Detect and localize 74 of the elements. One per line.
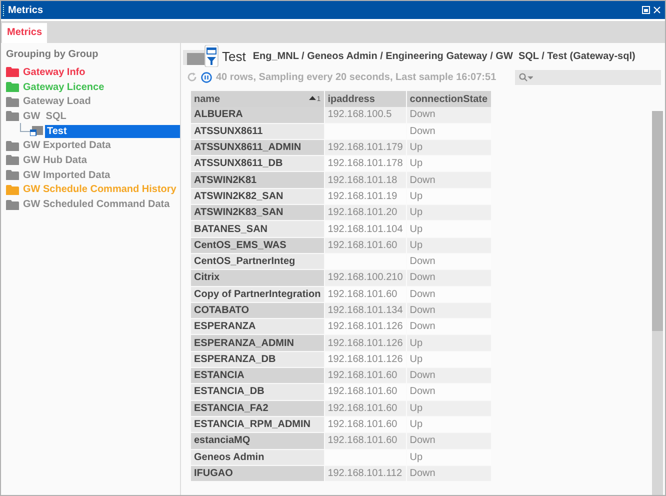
table-cell: ESTANCIA_RPM_ADMIN	[191, 416, 324, 432]
search-icon	[519, 72, 533, 82]
column-header[interactable]: connectionState	[406, 91, 491, 108]
table-cell: ALBUERA	[191, 107, 324, 123]
view-path: Eng_MNL / Geneos Admin / Engineering Gateway / GW SQL / Test (Gateway-sql)	[252, 50, 636, 62]
tree-item[interactable]: GW Hub Data	[21, 154, 89, 167]
table-cell: ATSWIN2K81	[191, 172, 324, 188]
table-cell: Down	[406, 466, 491, 482]
status-text: 40 rows, Sampling every 20 seconds, Last sample 16:07:51	[216, 72, 496, 82]
tree-item[interactable]: GW Scheduled Command Data	[21, 198, 172, 212]
table-cell: Down	[406, 270, 491, 286]
column-header[interactable]: ipaddress	[324, 91, 406, 108]
search-field[interactable]	[515, 70, 661, 84]
table-cell: ATSWIN2K82_SAN	[191, 188, 324, 204]
table-cell: ESPERANZA_ADMIN	[191, 335, 324, 351]
tree-item[interactable]: Gateway Info	[21, 66, 88, 79]
table-cell: Down	[406, 433, 491, 449]
restore-icon[interactable]	[642, 6, 650, 14]
table-cell: ATSWIN2K83_SAN	[191, 205, 324, 220]
tab[interactable]: Metrics	[2, 23, 48, 43]
table-cell: 192.168.101.20	[324, 205, 406, 220]
tree-item[interactable]: Gateway Load	[21, 95, 93, 108]
table-cell: ATSSUNX8611_DB	[191, 156, 324, 172]
table-view-icon	[183, 45, 219, 67]
table-cell: 192.168.101.18	[324, 172, 406, 188]
table-cell: 192.168.101.60	[324, 400, 406, 416]
table-cell: ATSSUNX8611	[191, 124, 324, 139]
table-cell: BATANES_SAN	[191, 221, 324, 237]
tree-item[interactable]: GW Schedule Command History	[21, 183, 178, 196]
table-cell: Up	[406, 238, 491, 253]
table-cell: Down	[406, 107, 491, 123]
table-cell: ESTANCIA_DB	[191, 384, 324, 400]
view-title: Test	[222, 48, 246, 64]
tree-connector-icon	[20, 123, 30, 134]
tree-item[interactable]: GW Imported Data	[21, 168, 112, 182]
table-cell: Geneos Admin	[191, 450, 324, 465]
table-cell: ESTANCIA_FA2	[191, 400, 324, 416]
table-cell: Copy of PartnerIntegration	[191, 286, 324, 302]
sidebar-heading: Grouping by Group	[5, 48, 100, 62]
table-cell: Down	[406, 302, 491, 318]
table-cell: Down	[406, 172, 491, 188]
scrollbar-thumb[interactable]	[652, 111, 663, 331]
table-cell: ATSSUNX8611_ADMIN	[191, 140, 324, 156]
table-cell: ESPERANZA	[191, 319, 324, 334]
table-cell: 192.168.100.210	[324, 270, 406, 286]
table-cell: Citrix	[191, 270, 324, 286]
tree-item[interactable]: Test	[45, 124, 180, 138]
window-title: Metrics	[8, 4, 44, 16]
tree-item[interactable]: Gateway Licence	[21, 80, 106, 94]
table-cell: Up	[406, 400, 491, 416]
table-cell: CentOS_EMS_WAS	[191, 238, 324, 253]
pause-icon[interactable]	[201, 72, 212, 82]
table-cell: estanciaMQ	[191, 433, 324, 449]
table-cell: 192.168.101.179	[324, 140, 406, 156]
table-cell: IFUGAO	[191, 466, 324, 482]
table-cell: 192.168.101.134	[324, 302, 406, 318]
table-cell: Up	[406, 335, 491, 351]
table-cell: 192.168.101.60	[324, 433, 406, 449]
table-cell: ESPERANZA_DB	[191, 352, 324, 368]
table-cell: 192.168.101.60	[324, 368, 406, 384]
table-cell: ESTANCIA	[191, 368, 324, 384]
table-cell: 192.168.101.112	[324, 466, 406, 482]
table-cell: 192.168.101.126	[324, 335, 406, 351]
table-cell: Up	[406, 205, 491, 220]
table-cell: 192.168.101.60	[324, 238, 406, 253]
table-cell: 192.168.100.5	[324, 107, 406, 123]
table-cell: COTABATO	[191, 302, 324, 318]
table-cell: Up	[406, 140, 491, 156]
table-cell: Down	[406, 368, 491, 384]
table-cell: CentOS_PartnerInteg	[191, 254, 324, 270]
sort-ascending-icon	[308, 96, 316, 100]
close-icon[interactable]	[653, 6, 661, 14]
tree-item[interactable]: GW Exported Data	[21, 139, 113, 152]
tree-item[interactable]: GW SQL	[21, 110, 68, 123]
